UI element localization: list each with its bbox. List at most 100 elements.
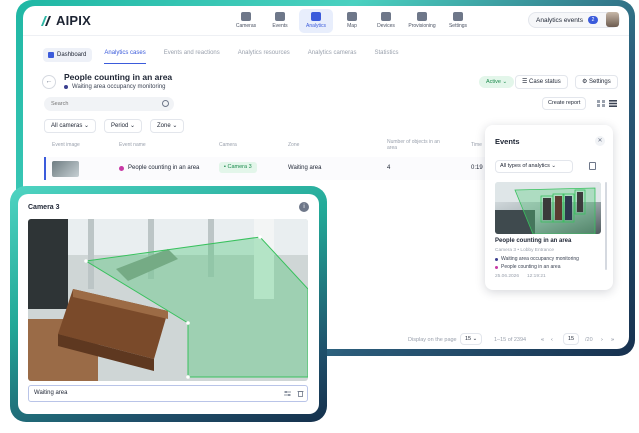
case-status-button[interactable]: ☰ Case status [515, 75, 568, 89]
events-panel-title: Events [495, 137, 520, 146]
event-type: People counting in an area [501, 264, 561, 270]
column-header: Time [471, 142, 482, 148]
next-page-icon[interactable]: › [601, 337, 603, 343]
first-page-icon[interactable]: « [541, 337, 544, 343]
tab-dashboard[interactable]: Dashboard [43, 48, 93, 62]
camera-scene [28, 219, 308, 381]
trash-icon[interactable] [589, 162, 596, 170]
nav-label: Events [272, 23, 288, 29]
status-label: Active [486, 79, 501, 85]
tab-events-and-reactions[interactable]: Events and reactions [164, 46, 220, 64]
app-screenshot: AIPIX Cameras Events Analytics Map Devic… [0, 0, 639, 433]
nav-label: Settings [448, 23, 468, 29]
event-case-line: Waiting area occupancy monitoring [495, 256, 579, 262]
column-header: Camera [219, 142, 237, 148]
column-header: Number of objects in an area [387, 139, 440, 151]
nav-label: Map [347, 23, 357, 29]
nav-analytics[interactable]: Analytics [299, 9, 333, 33]
event-name-cell: People counting in an area [119, 165, 199, 171]
range-label: 1–15 of 2394 [494, 337, 527, 343]
nav-label: Devices [377, 23, 395, 29]
adjust-icon[interactable] [284, 390, 291, 397]
nav-cameras[interactable]: Cameras [231, 9, 261, 33]
per-page-select[interactable]: 15 ⌄ [460, 333, 483, 345]
event-case: Waiting area occupancy monitoring [501, 256, 579, 262]
nav-provisioning[interactable]: Provisioning [405, 9, 439, 33]
event-time: 12:19:21 [527, 274, 546, 279]
tab-analytics-cameras[interactable]: Analytics cameras [308, 46, 357, 64]
trash-icon[interactable] [297, 390, 304, 397]
tab-analytics-resources[interactable]: Analytics resources [238, 46, 290, 64]
nav-events[interactable]: Events [265, 9, 295, 33]
event-image[interactable] [495, 182, 601, 234]
avatar[interactable] [606, 12, 619, 27]
camera-card: Camera 3 i Waiting area [18, 194, 319, 414]
event-type-icon [495, 265, 498, 269]
column-header: Zone [288, 142, 300, 148]
zone-name-field[interactable]: Waiting area [28, 385, 308, 402]
main-nav: Cameras Events Analytics Map Devices Pro… [231, 9, 473, 33]
logo-icon [41, 15, 51, 26]
status-dropdown[interactable]: Active ⌄ [479, 76, 515, 88]
time-cell: 0:19 [471, 165, 483, 171]
case-dot-icon [64, 85, 68, 89]
page-input[interactable]: 15 [563, 333, 580, 345]
event-thumbnail[interactable] [52, 161, 79, 177]
camera-view[interactable] [28, 219, 308, 381]
per-page-label: Display on the page [408, 337, 457, 343]
list-view-icon[interactable] [609, 100, 617, 107]
filter-zone[interactable]: Zone ⌄ [150, 119, 185, 133]
tab-statistics[interactable]: Statistics [374, 46, 398, 64]
grid-view-icon[interactable] [597, 100, 605, 107]
event-type-line: People counting in an area [495, 264, 561, 270]
event-title: People counting in an area [495, 238, 572, 244]
info-icon[interactable]: i [299, 202, 309, 212]
event-name: People counting in an area [128, 165, 200, 171]
camera-label: Camera 3 [227, 164, 252, 170]
subtitle-text: Waiting area occupancy monitoring [72, 84, 166, 90]
analytics-icon [311, 12, 321, 21]
nav-settings[interactable]: Settings [443, 9, 473, 33]
count-cell: 4 [387, 165, 391, 171]
settings-label: Settings [589, 79, 611, 85]
column-header: Event name [119, 142, 146, 148]
analytics-type-select[interactable]: All types of analytics ⌄ [495, 160, 573, 173]
back-button[interactable]: ← [42, 75, 56, 89]
close-icon[interactable]: ✕ [595, 136, 605, 146]
table-row[interactable] [44, 157, 506, 180]
case-status-label: Case status [529, 79, 561, 85]
nav-label: Provisioning [408, 23, 436, 29]
settings-button[interactable]: ⚙ Settings [575, 75, 618, 89]
settings-icon [453, 12, 463, 21]
total-pages: /20 [585, 337, 593, 343]
zone-cell: Waiting area [288, 165, 322, 171]
map-icon [347, 12, 357, 21]
filter-label: Period [111, 123, 129, 129]
per-page-value: 15 [465, 336, 472, 342]
nav-label: Cameras [235, 23, 257, 29]
brand-name: AIPIX [56, 13, 91, 28]
events-count-badge: 2 [587, 16, 598, 24]
nav-map[interactable]: Map [337, 9, 367, 33]
page-title: People counting in an area [64, 72, 173, 82]
camera-icon [241, 12, 251, 21]
event-type-icon [119, 165, 124, 171]
filter-period[interactable]: Period ⌄ [104, 119, 143, 133]
event-meta: Camera 3 • Lobby Entrance [495, 248, 555, 253]
camera-badge[interactable]: ▪ Camera 3 [219, 162, 257, 173]
filter-cameras[interactable]: All cameras ⌄ [44, 119, 97, 133]
logo[interactable]: AIPIX [41, 13, 91, 28]
scrollbar[interactable] [605, 182, 607, 270]
devices-icon [381, 12, 391, 21]
gear-icon: ⚙ [582, 79, 590, 85]
search-icon [162, 100, 169, 107]
last-page-icon[interactable]: » [611, 337, 614, 343]
events-panel: Events ✕ All types of analytics ⌄ People… [485, 125, 613, 290]
tab-analytics-cases[interactable]: Analytics cases [104, 46, 146, 64]
prev-page-icon[interactable]: ‹ [551, 337, 553, 343]
create-report-button[interactable]: Create report [542, 97, 587, 110]
dashboard-icon [48, 52, 54, 58]
search-input[interactable] [44, 97, 174, 111]
events-icon [275, 12, 285, 21]
nav-devices[interactable]: Devices [371, 9, 401, 33]
